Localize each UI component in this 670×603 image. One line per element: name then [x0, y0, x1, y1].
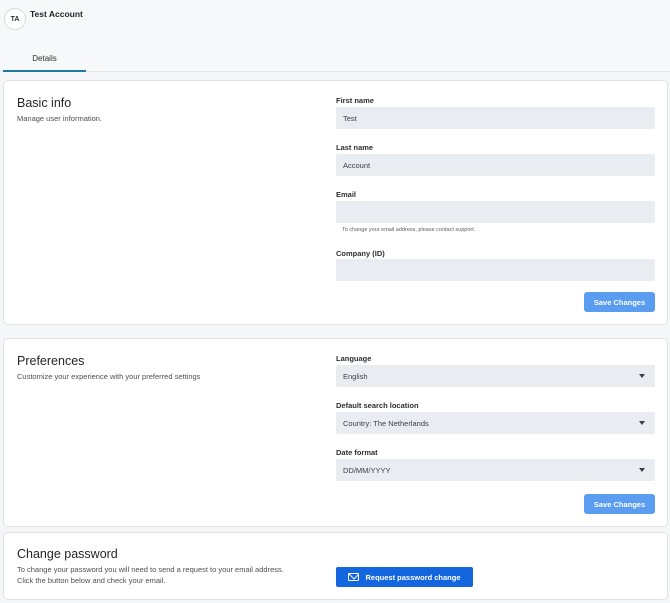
preferences-card: Preferences Customize your experience wi… [3, 338, 668, 527]
request-password-change-button[interactable]: Request password change [336, 567, 473, 587]
chevron-down-icon [639, 421, 645, 425]
date-format-label: Date format [336, 448, 378, 457]
change-password-card: Change password To change your password … [3, 532, 668, 600]
search-location-select[interactable]: Country: The Netherlands [336, 412, 655, 434]
change-password-description-line2: Click the button below and check your em… [17, 576, 166, 585]
first-name-field[interactable]: Test [336, 107, 655, 129]
email-label: Email [336, 190, 357, 199]
request-password-change-label: Request password change [365, 572, 461, 582]
search-location-label: Default search location [336, 401, 419, 410]
preferences-title: Preferences [17, 354, 85, 368]
chevron-down-icon [639, 468, 645, 472]
basic-info-description: Manage user information. [17, 114, 103, 123]
change-password-title: Change password [17, 547, 118, 561]
account-name: Test Account [30, 9, 83, 19]
language-value: English [343, 371, 368, 381]
basic-info-title: Basic info [17, 96, 72, 110]
tab-details[interactable]: Details [3, 47, 86, 72]
chevron-down-icon [639, 374, 645, 378]
save-preferences-button[interactable]: Save Changes [584, 494, 655, 514]
date-format-value: DD/MM/YYYY [343, 465, 391, 475]
avatar[interactable]: TA [4, 8, 26, 30]
last-name-field[interactable]: Account [336, 154, 655, 176]
save-changes-button[interactable]: Save Changes [584, 292, 655, 312]
email-field[interactable] [336, 201, 655, 223]
language-select[interactable]: English [336, 365, 655, 387]
company-label: Company (ID) [336, 249, 385, 258]
email-help-text: To change your email address, please con… [342, 227, 476, 233]
search-location-value: Country: The Netherlands [343, 418, 429, 428]
mail-icon [348, 573, 360, 581]
date-format-select[interactable]: DD/MM/YYYY [336, 459, 655, 481]
preferences-description: Customize your experience with your pref… [17, 372, 201, 381]
basic-info-card: Basic info Manage user information. Firs… [3, 80, 668, 325]
language-label: Language [336, 354, 372, 363]
first-name-label: First name [336, 96, 374, 105]
last-name-label: Last name [336, 143, 374, 152]
page-header: TA Test Account Details [0, 0, 670, 72]
change-password-description-line1: To change your password you will need to… [17, 565, 284, 574]
company-field[interactable] [336, 259, 655, 281]
